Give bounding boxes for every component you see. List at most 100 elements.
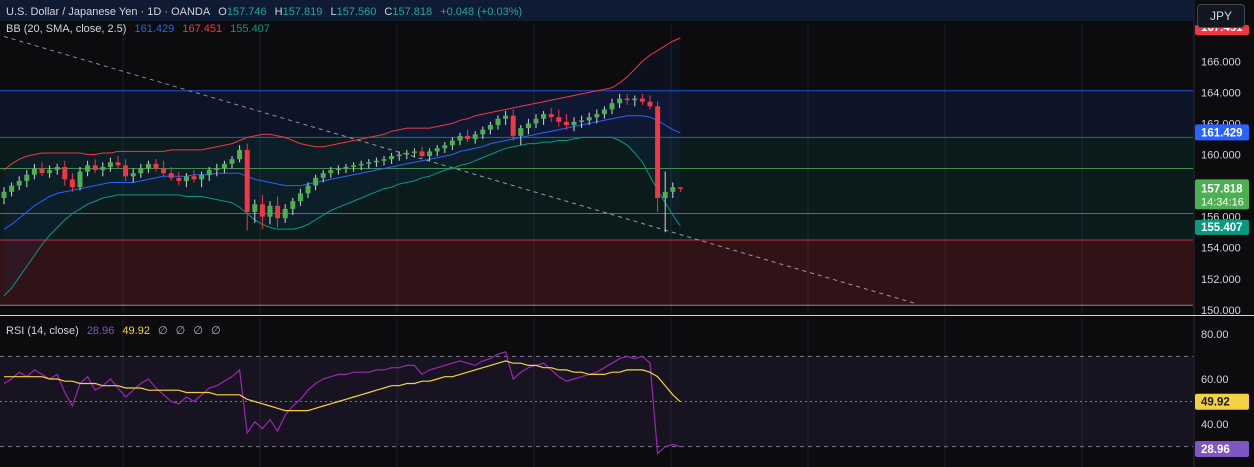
- candle-body: [495, 118, 501, 125]
- candle-body: [617, 98, 623, 104]
- chart-canvas[interactable]: 166.000164.000162.000160.000156.000154.0…: [0, 0, 1254, 467]
- candle-body: [343, 166, 349, 169]
- candle-body: [107, 162, 113, 167]
- candle-body: [624, 98, 630, 101]
- candle-body: [115, 162, 121, 166]
- candle-body: [259, 204, 265, 217]
- rsi-legend: RSI (14, close) 28.96 49.92 ∅ ∅ ∅ ∅: [6, 324, 226, 337]
- rsi-extra-2: ∅: [175, 325, 186, 337]
- candle-body: [351, 165, 357, 167]
- candle-body: [39, 168, 45, 174]
- bb-lower-value: 155.407: [230, 23, 270, 35]
- ohlc-high: H157.819: [274, 6, 323, 18]
- candle-body: [404, 152, 410, 155]
- currency-button[interactable]: JPY: [1197, 4, 1245, 28]
- candle-body: [237, 149, 243, 160]
- candle-body: [548, 114, 554, 118]
- candle-body: [62, 166, 68, 180]
- candle-body: [389, 156, 395, 160]
- candle-body: [214, 168, 220, 171]
- rsi-ma-value: 49.92: [122, 325, 150, 337]
- candle-body: [320, 173, 326, 178]
- bb-upper-value: 167.451: [182, 23, 223, 35]
- price-change: +0.048 (+0.03%): [440, 6, 523, 18]
- rsi-extra-3: ∅: [193, 325, 203, 337]
- candle-body: [206, 170, 212, 175]
- candle-body: [647, 101, 653, 107]
- candle-body: [290, 201, 296, 209]
- candle-body: [525, 123, 531, 129]
- rsi-extra-4: ∅: [210, 325, 221, 337]
- symbol-title: U.S. Dollar / Japanese Yen · 1D · OANDA: [6, 6, 211, 18]
- rsi-ma-axis-label: 49.92: [1201, 397, 1230, 409]
- ohlc-open: O157.746: [218, 6, 267, 18]
- rsi-value: 28.96: [86, 325, 115, 337]
- candle-body: [419, 151, 425, 157]
- candle-body: [427, 151, 433, 157]
- bb-lower-axis-label: 155.407: [1201, 222, 1243, 234]
- candle-body: [69, 179, 75, 188]
- candle-body: [9, 185, 15, 192]
- candle-body: [601, 109, 607, 115]
- candle-body: [24, 174, 30, 181]
- candle-body: [396, 154, 402, 157]
- symbol-legend: U.S. Dollar / Japanese Yen · 1D · OANDA …: [6, 6, 527, 18]
- candle-body: [655, 106, 661, 199]
- candle-body: [328, 170, 334, 174]
- candle-body: [153, 163, 159, 169]
- candle-body: [221, 163, 227, 169]
- candle-body: [161, 168, 167, 174]
- rsi-label: RSI (14, close): [6, 325, 79, 337]
- candle-body: [487, 124, 493, 130]
- rsi-tick-label: 80.00: [1201, 329, 1229, 341]
- candle-body: [449, 140, 455, 146]
- candle-body: [411, 151, 417, 153]
- candle-body: [472, 134, 478, 139]
- price-tick-label: 154.000: [1201, 243, 1241, 255]
- candle-body: [275, 205, 281, 219]
- candle-body: [199, 174, 205, 180]
- candle-body: [480, 129, 486, 135]
- candle-body: [92, 165, 98, 171]
- candle-body: [366, 162, 372, 164]
- candle-body: [77, 171, 83, 188]
- candle-body: [85, 165, 91, 172]
- candle-body: [305, 185, 311, 194]
- ohlc-low: L157.560: [330, 6, 377, 18]
- price-tick-label: 166.000: [1201, 56, 1241, 68]
- candle-body: [191, 176, 197, 180]
- candle-body: [297, 193, 303, 202]
- candle-body: [183, 176, 189, 181]
- rsi-extra-1: ∅: [158, 325, 168, 337]
- price-zone: [0, 239, 1193, 306]
- candle-body: [457, 135, 463, 141]
- candle-body: [313, 177, 319, 186]
- price-tick-label: 150.000: [1201, 305, 1241, 317]
- bb-label: BB (20, SMA, close, 2.5): [6, 23, 127, 35]
- candle-body: [571, 121, 577, 125]
- candle-body: [510, 115, 516, 136]
- candle-body: [381, 159, 387, 161]
- candle-body: [130, 173, 136, 177]
- candle-body: [541, 114, 547, 119]
- candle-body: [639, 98, 645, 102]
- candle-body: [632, 98, 638, 101]
- candle-body: [100, 166, 106, 171]
- candle-body: [373, 160, 379, 163]
- candle-body: [123, 165, 129, 177]
- candle-body: [563, 121, 569, 125]
- countdown-label: 14:34:16: [1201, 196, 1244, 208]
- candle-body: [16, 180, 22, 186]
- candle-body: [267, 205, 273, 217]
- candle-body: [54, 166, 60, 171]
- candle-body: [1, 191, 7, 199]
- candle-body: [252, 204, 258, 213]
- candle-body: [579, 120, 585, 122]
- bb-legend: BB (20, SMA, close, 2.5) 161.429 167.451…: [6, 23, 275, 35]
- candle-body: [168, 173, 174, 178]
- candle-body: [518, 128, 524, 136]
- rsi-tick-label: 40.00: [1201, 419, 1229, 431]
- candle-body: [465, 135, 471, 139]
- price-tick-label: 164.000: [1201, 87, 1241, 99]
- candle-body: [670, 187, 676, 192]
